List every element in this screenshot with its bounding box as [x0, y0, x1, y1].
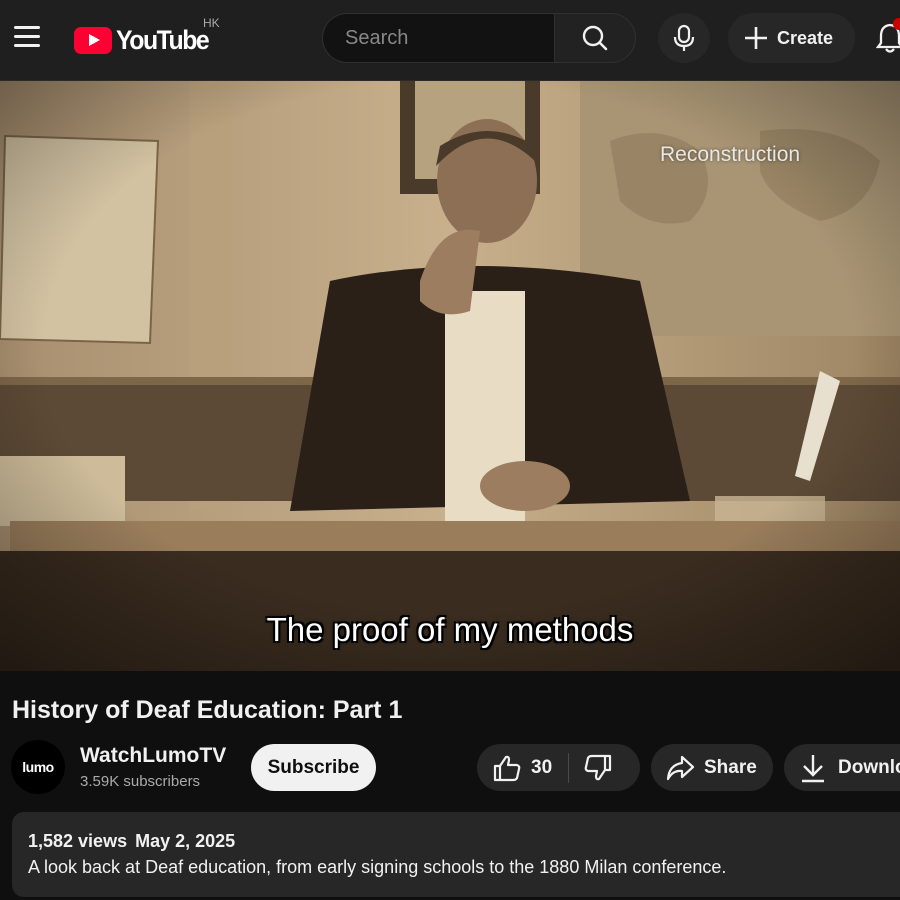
video-frame [0, 81, 900, 671]
subscriber-count: 3.59K subscribers [80, 773, 201, 790]
view-count: 1,582 views [28, 831, 128, 851]
thumbs-down-icon [584, 754, 612, 780]
avatar-logo-text: lumo [22, 759, 54, 775]
download-label: Download [838, 756, 900, 778]
search-icon [582, 25, 608, 51]
subscribe-button[interactable]: Subscribe [251, 744, 376, 791]
voice-search-button[interactable] [658, 13, 710, 63]
share-button[interactable]: Share [651, 744, 773, 791]
notification-badge [893, 18, 900, 30]
like-dislike-group: 30 [477, 744, 640, 791]
upload-date: May 2, 2025 [135, 831, 236, 851]
top-bar: YouTube HK Create [0, 0, 900, 81]
thumbs-up-icon [493, 755, 521, 781]
video-caption: The proof of my methods [266, 611, 634, 648]
search-input[interactable] [343, 26, 547, 51]
search-box[interactable] [322, 13, 554, 63]
like-count: 30 [531, 756, 553, 778]
download-button[interactable]: Download [784, 744, 900, 791]
channel-avatar[interactable]: lumo [11, 740, 65, 794]
download-icon [802, 754, 824, 782]
logo-text: YouTube [116, 24, 210, 55]
video-title: History of Deaf Education: Part 1 [12, 696, 403, 724]
video-player[interactable]: Reconstruction The proof of my methods [0, 81, 900, 671]
create-button[interactable]: Create [728, 13, 855, 63]
share-arrow-icon [666, 755, 695, 780]
menu-icon[interactable] [14, 26, 40, 48]
description-text: A look back at Deaf education, from earl… [28, 857, 727, 877]
microphone-icon [673, 24, 695, 51]
region-code: HK [203, 16, 220, 30]
like-divider [568, 752, 570, 783]
like-button[interactable]: 30 [477, 744, 552, 791]
youtube-play-icon [74, 26, 112, 54]
video-meta: 1,582 views May 2, 2025 [28, 831, 235, 852]
dislike-button[interactable] [583, 744, 613, 791]
description-box[interactable]: 1,582 views May 2, 2025 A look back at De… [12, 812, 900, 897]
create-label: Create [777, 27, 834, 48]
plus-icon [745, 27, 767, 49]
share-label: Share [704, 756, 757, 778]
video-overlay-text: Reconstruction [660, 143, 801, 166]
channel-name[interactable]: WatchLumoTV [80, 744, 226, 768]
search-button[interactable] [554, 13, 636, 63]
youtube-logo[interactable]: YouTube HK [74, 16, 220, 56]
